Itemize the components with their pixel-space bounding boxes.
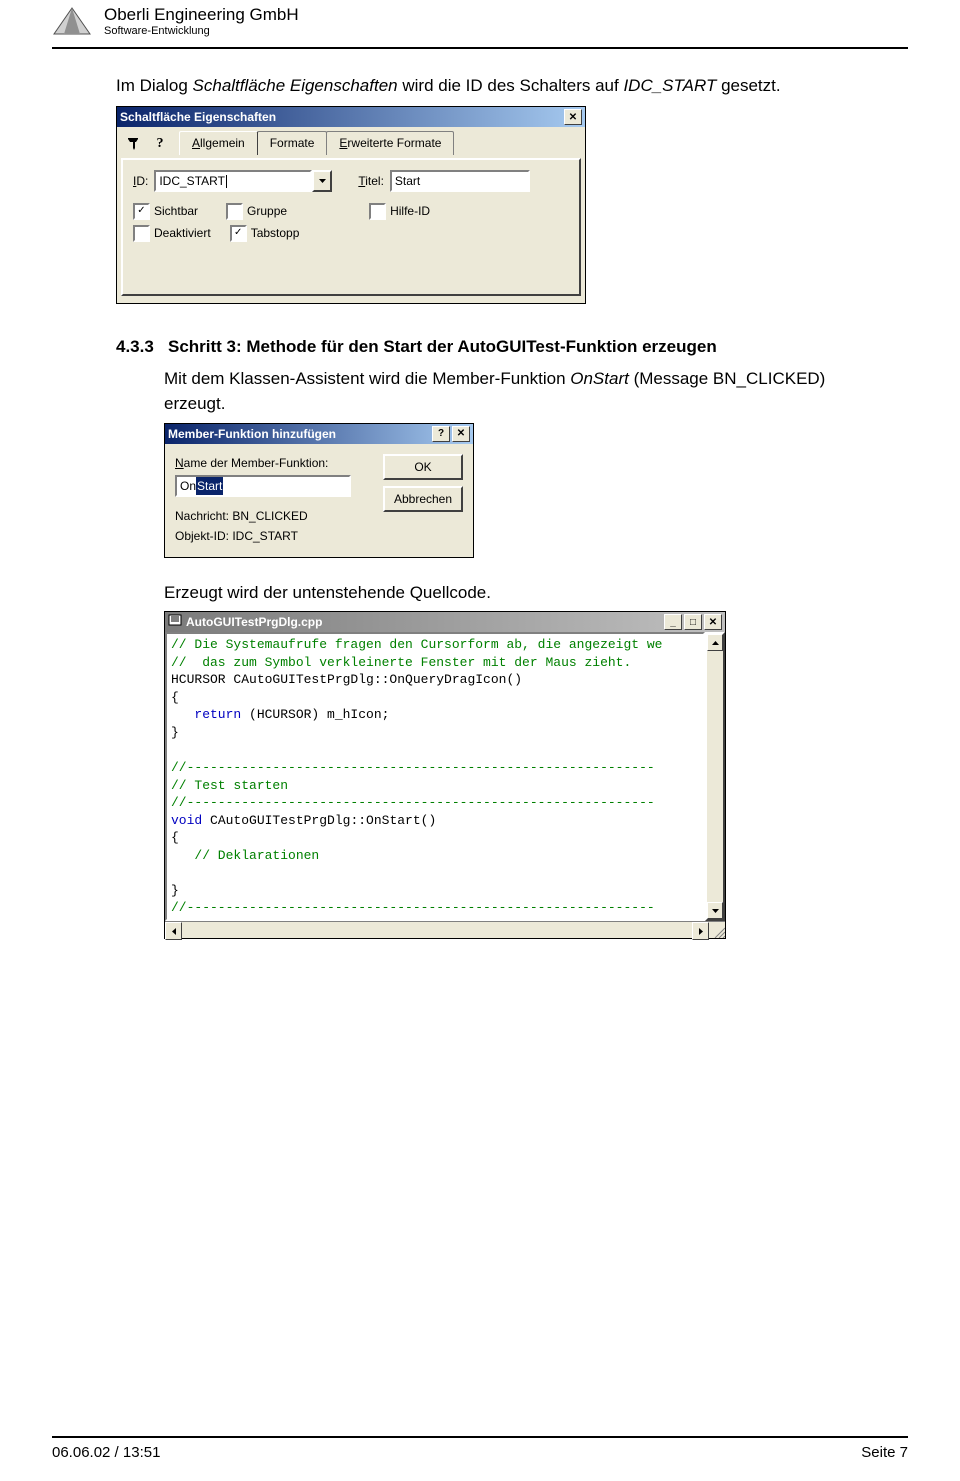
ok-button[interactable]: OK — [383, 454, 463, 480]
dialog1-titlebar: Schaltfläche Eigenschaften ✕ — [117, 107, 585, 127]
logo-icon — [52, 6, 92, 36]
company-name: Oberli Engineering GmbH — [104, 6, 299, 25]
codewin-titlebar: AutoGUITestPrgDlg.cpp _ □ ✕ — [165, 612, 725, 632]
id-dropdown-button[interactable] — [312, 170, 332, 192]
close-icon[interactable]: ✕ — [452, 426, 470, 442]
cancel-button[interactable]: Abbrechen — [383, 486, 463, 512]
code-content[interactable]: // Die Systemaufrufe fragen den Cursorfo… — [165, 632, 705, 921]
help-icon[interactable]: ? — [432, 426, 450, 442]
scroll-left-icon[interactable] — [165, 922, 182, 940]
tab-general[interactable]: Allgemein — [179, 131, 258, 155]
page-footer: 06.06.02 / 13:51 Seite 7 — [52, 1436, 908, 1461]
page-header: Oberli Engineering GmbH Software-Entwick… — [52, 0, 908, 49]
section-body: Mit dem Klassen-Assistent wird die Membe… — [164, 366, 908, 417]
scroll-right-icon[interactable] — [692, 922, 709, 940]
nachricht-info: Nachricht: BN_CLICKED — [175, 507, 373, 525]
maximize-icon[interactable]: □ — [684, 614, 702, 630]
help-icon[interactable]: ? — [149, 133, 171, 153]
checkbox-tabstopp[interactable]: ✓Tabstopp — [230, 224, 300, 242]
code-editor-window: AutoGUITestPrgDlg.cpp _ □ ✕ // Die Syste… — [164, 611, 726, 939]
dialog1-tabs: Allgemein Formate Erweiterte Formate — [179, 131, 453, 155]
dialog2-titlebar: Member-Funktion hinzufügen ? ✕ — [165, 424, 473, 444]
resize-grip-icon[interactable] — [709, 922, 725, 938]
department: Software-Entwicklung — [104, 25, 299, 37]
scroll-up-icon[interactable] — [707, 634, 723, 651]
dialog-add-member-function: Member-Funktion hinzufügen ? ✕ Name der … — [164, 423, 474, 558]
file-icon — [168, 613, 182, 631]
footer-page: Seite 7 — [861, 1444, 908, 1461]
close-icon[interactable]: ✕ — [564, 109, 582, 125]
member-function-name-field[interactable]: OnStart — [175, 475, 351, 497]
footer-date: 06.06.02 / 13:51 — [52, 1444, 160, 1461]
dialog1-title: Schaltfläche Eigenschaften — [120, 108, 276, 126]
scroll-down-icon[interactable] — [707, 902, 723, 919]
generated-code-intro: Erzeugt wird der untenstehende Quellcode… — [164, 580, 908, 606]
minimize-icon[interactable]: _ — [664, 614, 682, 630]
horizontal-scrollbar[interactable] — [165, 921, 725, 938]
checkbox-sichtbar[interactable]: ✓Sichtbar — [133, 202, 198, 220]
dialog-button-properties: Schaltfläche Eigenschaften ✕ ? Allgemein… — [116, 106, 586, 304]
close-icon[interactable]: ✕ — [704, 614, 722, 630]
pin-icon[interactable] — [123, 133, 145, 153]
titel-field[interactable]: Start — [390, 170, 530, 192]
section-heading: 4.3.3 Schritt 3: Methode für den Start d… — [116, 334, 908, 360]
member-function-name-label: Name der Member-Funktion: — [175, 454, 373, 472]
intro-paragraph: Im Dialog Schaltfläche Eigenschaften wir… — [116, 73, 908, 99]
checkbox-deaktiviert[interactable]: Deaktiviert — [133, 224, 211, 242]
vertical-scrollbar[interactable] — [705, 632, 725, 921]
objekt-id-info: Objekt-ID: IDC_START — [175, 527, 373, 545]
checkbox-hilfe-id[interactable]: Hilfe-ID — [369, 202, 430, 220]
dialog2-title: Member-Funktion hinzufügen — [168, 425, 336, 443]
id-label: ID: — [133, 172, 148, 190]
titel-label: Titel: — [358, 172, 384, 190]
codewin-title: AutoGUITestPrgDlg.cpp — [186, 613, 322, 631]
checkbox-gruppe[interactable]: Gruppe — [226, 202, 287, 220]
id-field[interactable]: IDC_START — [154, 170, 312, 192]
tab-formats[interactable]: Formate — [257, 131, 328, 155]
tab-ext-formats[interactable]: Erweiterte Formate — [326, 131, 454, 155]
